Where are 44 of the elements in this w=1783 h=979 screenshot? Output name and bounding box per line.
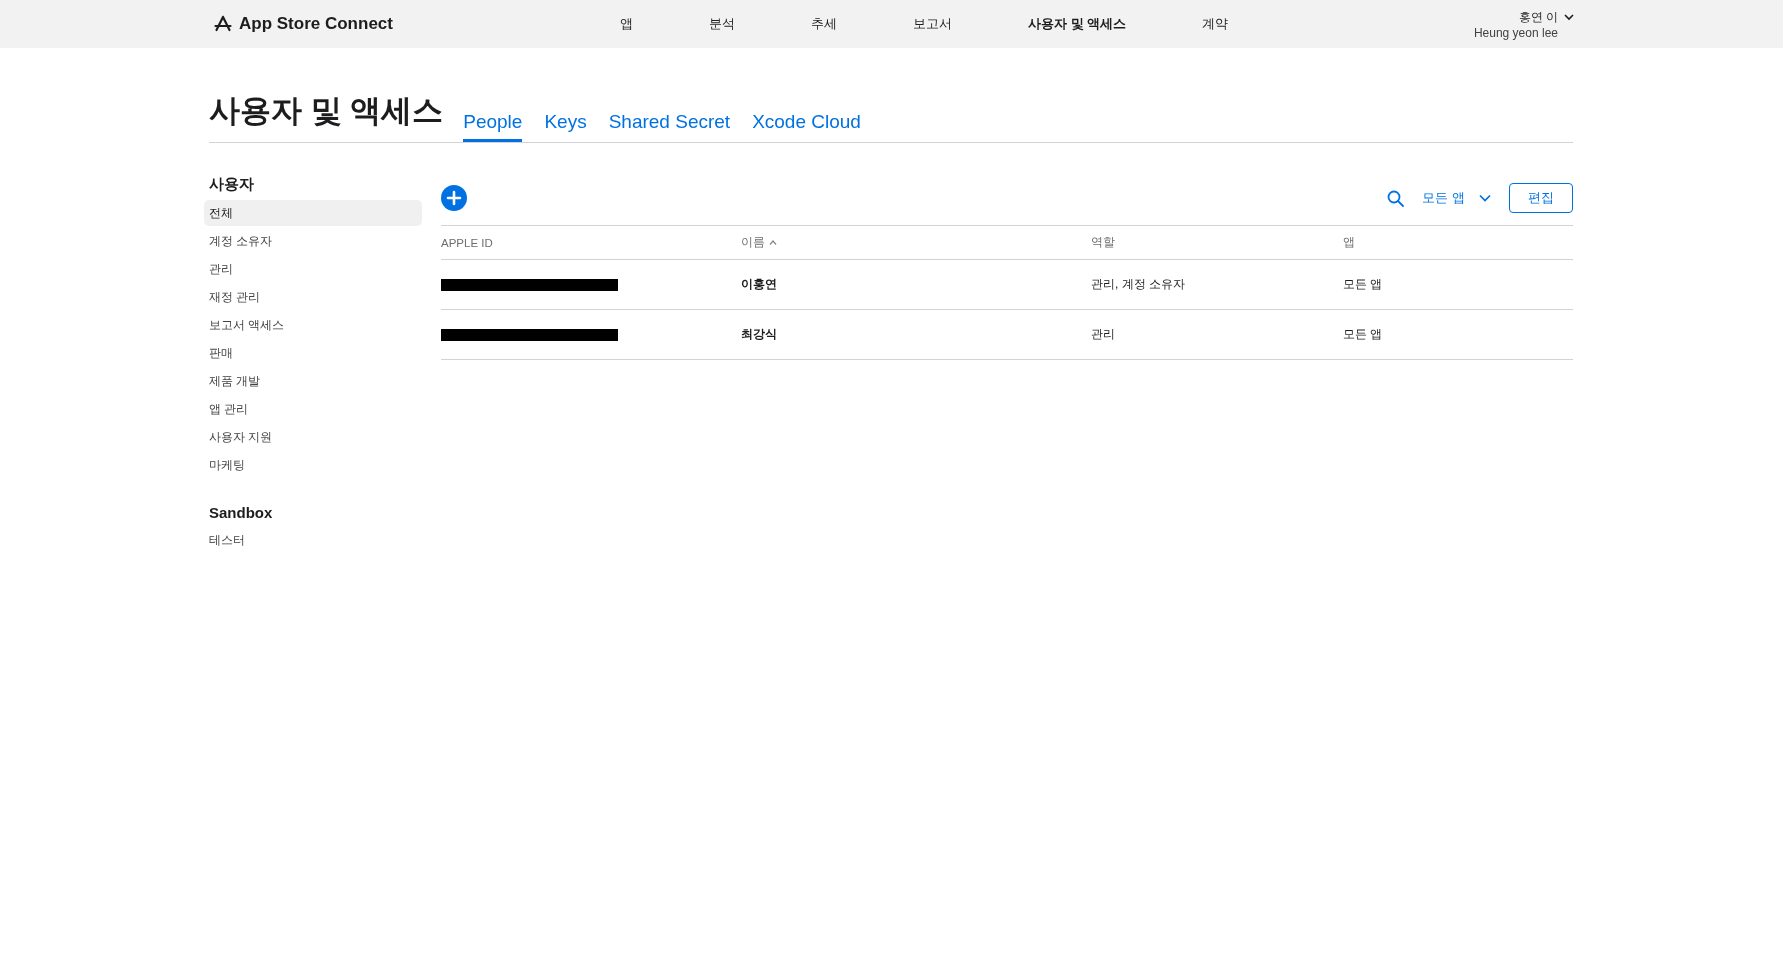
tab[interactable]: Xcode Cloud — [752, 111, 861, 142]
user-full-name: Heung yeon lee — [1473, 25, 1558, 40]
sidebar-item[interactable]: 관리 — [204, 256, 422, 282]
table-cell: 모든 앱 — [1343, 276, 1383, 293]
chevron-down-icon[interactable] — [1564, 13, 1574, 21]
search-icon[interactable] — [1387, 189, 1405, 207]
sidebar-item[interactable]: 앱 관리 — [204, 396, 422, 422]
nav-link[interactable]: 앱 — [620, 15, 633, 33]
app-store-icon — [214, 15, 232, 33]
table-cell: 모든 앱 — [1343, 326, 1383, 343]
nav-link[interactable]: 계약 — [1202, 15, 1229, 33]
tab[interactable]: Keys — [544, 111, 587, 142]
sort-caret-icon[interactable] — [769, 240, 777, 245]
page-title: 사용자 및 액세스 — [209, 92, 444, 130]
table-cell: 관리 — [1091, 326, 1115, 343]
table-cell: 관리, 계정 소유자 — [1091, 276, 1185, 293]
table-cell: 이홍연 — [741, 276, 777, 293]
nav-link[interactable]: 분석 — [709, 15, 735, 33]
sidebar-item[interactable]: 제품 개발 — [204, 368, 422, 394]
add-button[interactable] — [441, 185, 467, 211]
sidebar-item[interactable]: 사용자 지원 — [204, 424, 422, 450]
user-name[interactable]: 홍연 이 — [1518, 8, 1558, 26]
sidebar-item[interactable]: 전체 — [204, 200, 422, 226]
sidebar-item[interactable]: 계정 소유자 — [204, 228, 422, 254]
nav-link[interactable]: 보고서 — [913, 15, 952, 33]
sidebar-heading: 사용자 — [209, 175, 255, 194]
app-filter-dropdown[interactable]: 모든 앱 — [1422, 189, 1465, 207]
sidebar-item[interactable]: 마케팅 — [204, 452, 422, 478]
table-cell: 최강식 — [741, 326, 777, 343]
column-header[interactable]: 역할 — [1091, 235, 1115, 250]
sidebar-heading: Sandbox — [209, 504, 274, 521]
sidebar-item[interactable]: 테스터 — [204, 527, 422, 553]
column-header[interactable]: 앱 — [1343, 235, 1355, 250]
sidebar-item[interactable]: 보고서 액세스 — [204, 312, 422, 338]
nav-link[interactable]: 사용자 및 액세스 — [1028, 15, 1127, 33]
tab[interactable]: People — [463, 111, 523, 142]
sidebar-item[interactable]: 재정 관리 — [204, 284, 422, 310]
brand-name[interactable]: App Store Connect — [239, 14, 393, 34]
column-header[interactable]: 이름 — [741, 235, 765, 250]
sidebar-item[interactable]: 판매 — [204, 340, 422, 366]
nav-link[interactable]: 추세 — [811, 15, 837, 33]
column-header[interactable]: APPLE ID — [441, 236, 493, 249]
tab[interactable]: Shared Secret — [608, 111, 731, 142]
edit-button[interactable]: 편집 — [1509, 183, 1573, 213]
